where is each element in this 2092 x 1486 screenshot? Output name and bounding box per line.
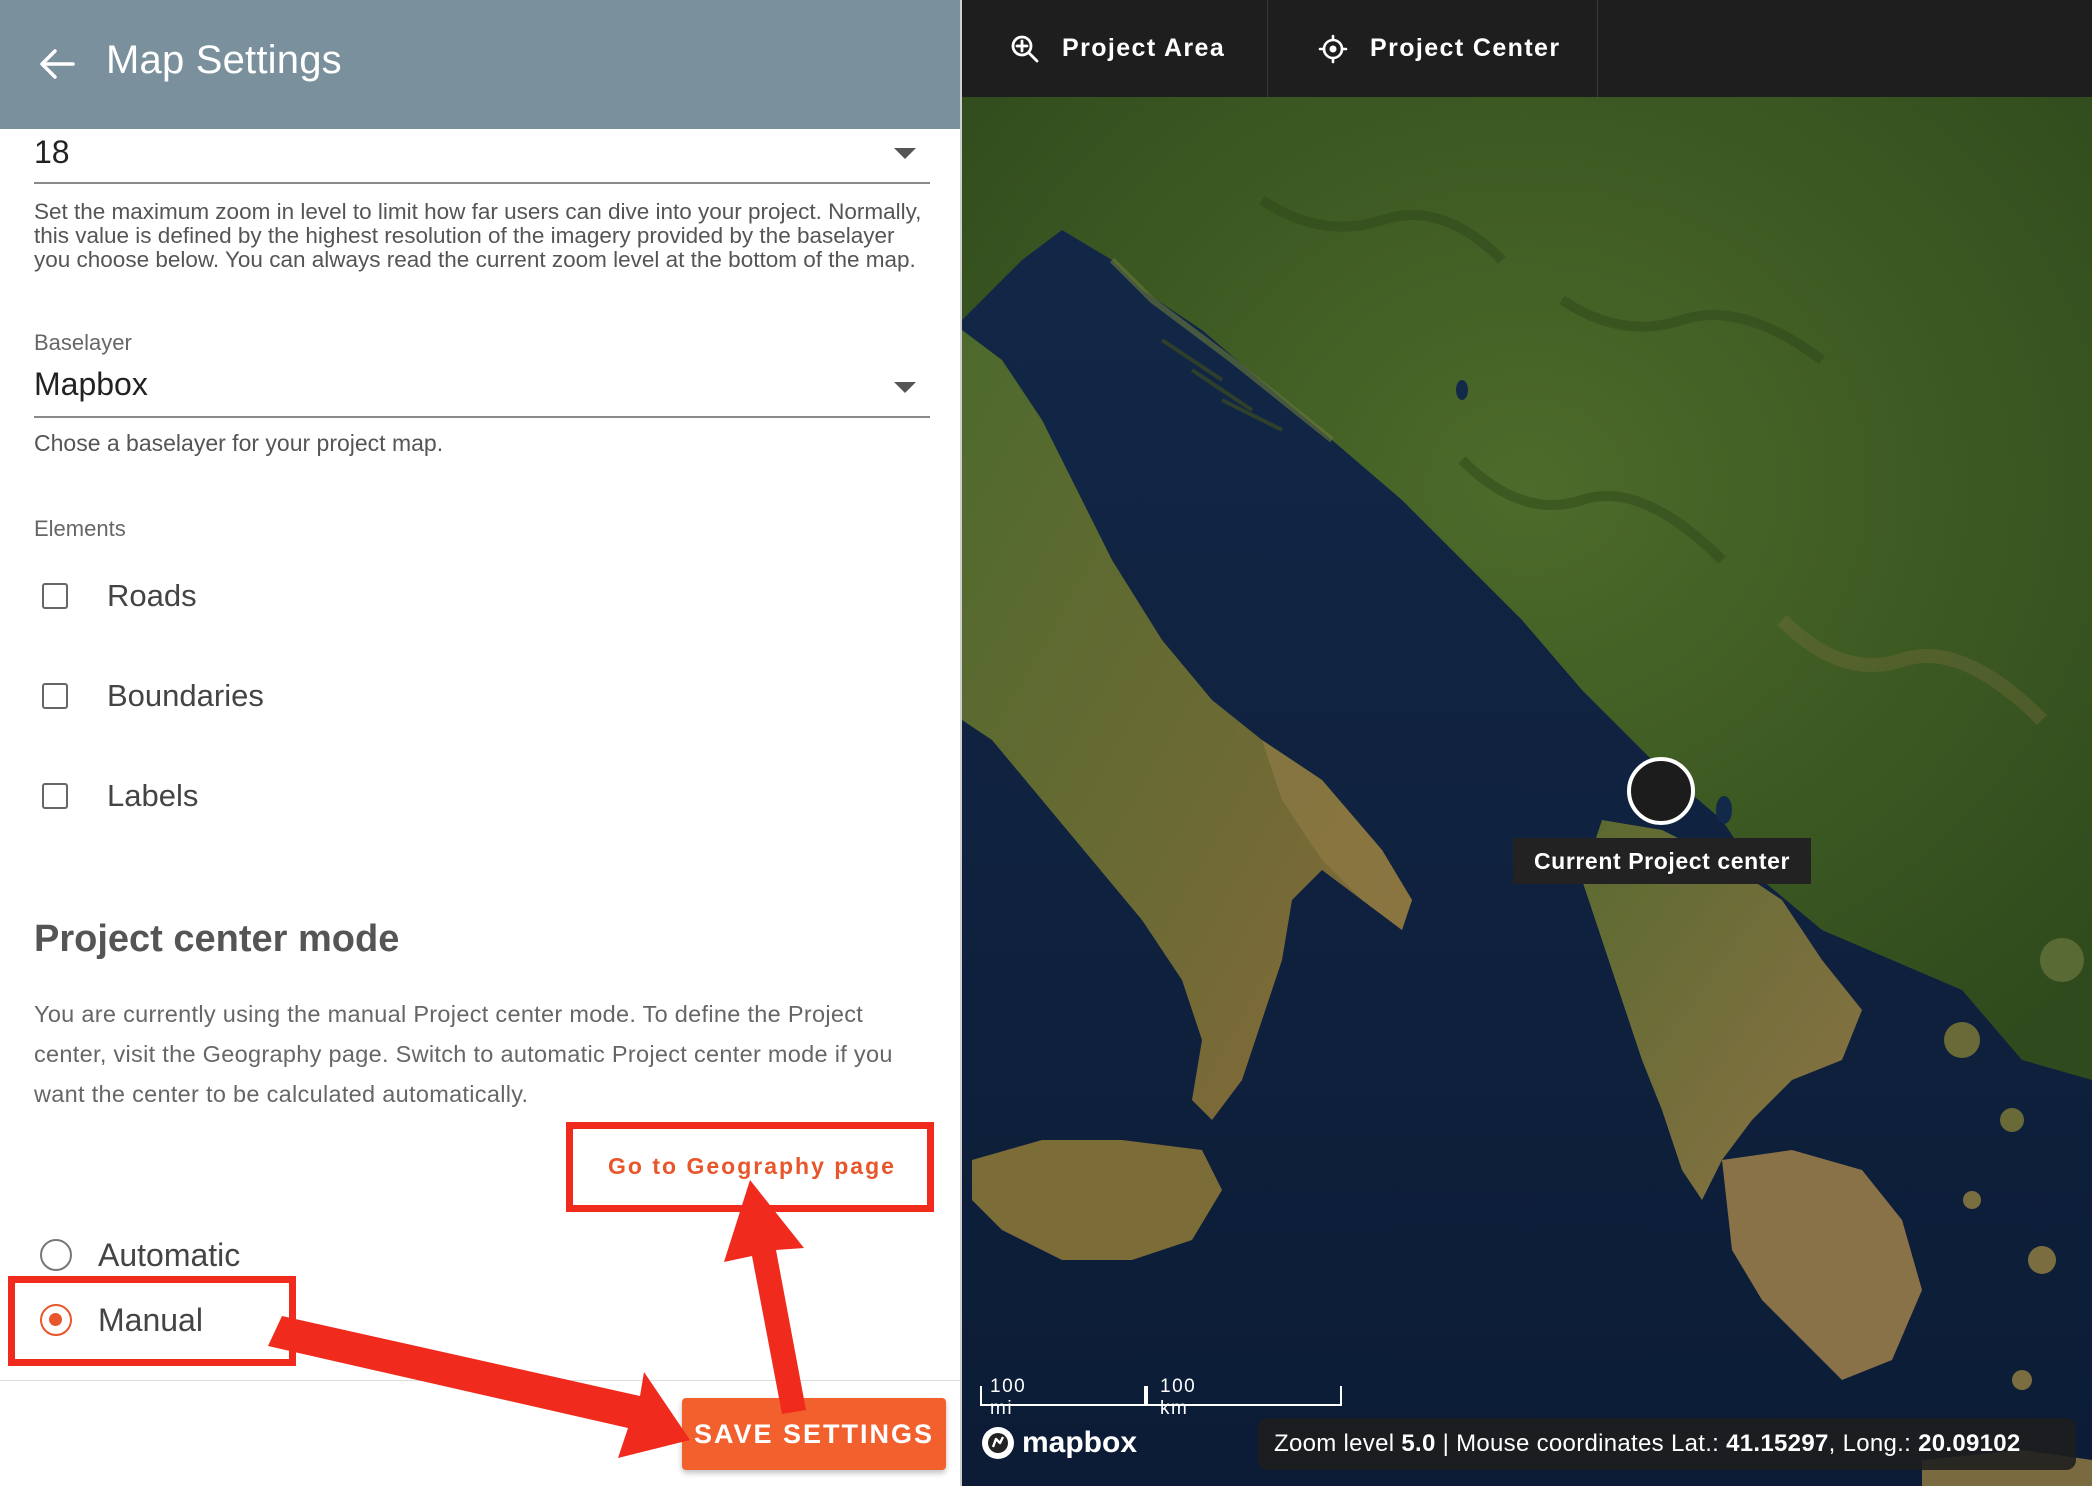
checkbox-icon[interactable] bbox=[42, 583, 68, 609]
go-to-geography-button[interactable]: Go to Geography page bbox=[584, 1138, 920, 1194]
app-root: Map Settings 18 Set the maximum zoom in … bbox=[0, 0, 2092, 1486]
mapbox-wordmark: mapbox bbox=[1022, 1426, 1138, 1459]
checkbox-boundaries[interactable]: Boundaries bbox=[42, 671, 264, 721]
checkbox-icon[interactable] bbox=[42, 683, 68, 709]
map-toolbar: Project Area Project Center bbox=[962, 0, 2092, 97]
radio-automatic[interactable]: Automatic bbox=[40, 1230, 240, 1280]
page-title: Map Settings bbox=[106, 38, 342, 82]
zoom-in-icon bbox=[1008, 32, 1042, 66]
baselayer-help: Chose a baselayer for your project map. bbox=[34, 430, 444, 456]
longitude-label: , Long.: bbox=[1828, 1430, 1912, 1457]
elements-label: Elements bbox=[34, 516, 126, 541]
radio-label: Automatic bbox=[98, 1236, 241, 1273]
scale-miles-label: 100 mi bbox=[990, 1376, 1027, 1419]
radio-unchecked-icon[interactable] bbox=[40, 1239, 72, 1271]
max-zoom-help: Set the maximum zoom in level to limit h… bbox=[34, 199, 922, 272]
max-zoom-select[interactable]: 18 bbox=[34, 130, 930, 184]
radio-checked-icon[interactable] bbox=[40, 1304, 72, 1336]
scale-km-label: 100 km bbox=[1160, 1376, 1197, 1419]
longitude-value: 20.09102 bbox=[1918, 1430, 2021, 1457]
panel-header: Map Settings bbox=[0, 0, 962, 129]
project-center-description: You are currently using the manual Proje… bbox=[34, 1001, 893, 1107]
checkbox-label: Labels bbox=[107, 778, 199, 813]
latitude-value: 41.15297 bbox=[1726, 1430, 1829, 1457]
checkbox-icon[interactable] bbox=[42, 783, 68, 809]
project-center-label: Project Center bbox=[1370, 34, 1561, 62]
baselayer-select[interactable]: Mapbox bbox=[34, 362, 930, 418]
back-button[interactable] bbox=[36, 40, 78, 88]
baselayer-value: Mapbox bbox=[34, 366, 148, 402]
radio-label: Manual bbox=[98, 1301, 203, 1338]
status-separator: | bbox=[1442, 1430, 1450, 1457]
checkbox-label: Roads bbox=[107, 578, 197, 613]
chevron-down-icon bbox=[894, 148, 916, 159]
section-title-project-center: Project center mode bbox=[34, 918, 400, 960]
max-zoom-value: 18 bbox=[34, 134, 70, 170]
settings-panel: Map Settings 18 Set the maximum zoom in … bbox=[0, 0, 962, 1486]
project-center-button[interactable]: Project Center bbox=[1268, 0, 1598, 97]
chevron-down-icon bbox=[894, 382, 916, 393]
project-area-label: Project Area bbox=[1062, 34, 1226, 62]
arrow-left-icon bbox=[40, 49, 75, 79]
marker-tooltip: Current Project center bbox=[1513, 838, 1811, 884]
project-area-button[interactable]: Project Area bbox=[962, 0, 1268, 97]
zoom-level-value: 5.0 bbox=[1401, 1430, 1436, 1457]
mapbox-logo[interactable]: mapbox bbox=[980, 1425, 1137, 1461]
radio-manual[interactable]: Manual bbox=[40, 1295, 203, 1345]
map-panel[interactable]: Project Area Project Center Current Proj… bbox=[962, 0, 2092, 1486]
save-settings-button[interactable]: SAVE SETTINGS bbox=[682, 1398, 946, 1470]
satellite-map[interactable] bbox=[962, 0, 2092, 1486]
baselayer-label: Baselayer bbox=[34, 330, 132, 355]
checkbox-label: Boundaries bbox=[107, 678, 264, 713]
zoom-level-label: Zoom level bbox=[1274, 1430, 1395, 1457]
checkbox-labels[interactable]: Labels bbox=[42, 771, 198, 821]
coords-label: Mouse coordinates Lat.: bbox=[1456, 1430, 1720, 1457]
project-center-marker[interactable] bbox=[1627, 757, 1695, 825]
crosshair-icon bbox=[1316, 32, 1350, 66]
map-status-bar: Zoom level 5.0 | Mouse coordinates Lat.:… bbox=[1258, 1418, 2076, 1470]
mapbox-icon bbox=[982, 1427, 1014, 1459]
checkbox-roads[interactable]: Roads bbox=[42, 571, 197, 621]
